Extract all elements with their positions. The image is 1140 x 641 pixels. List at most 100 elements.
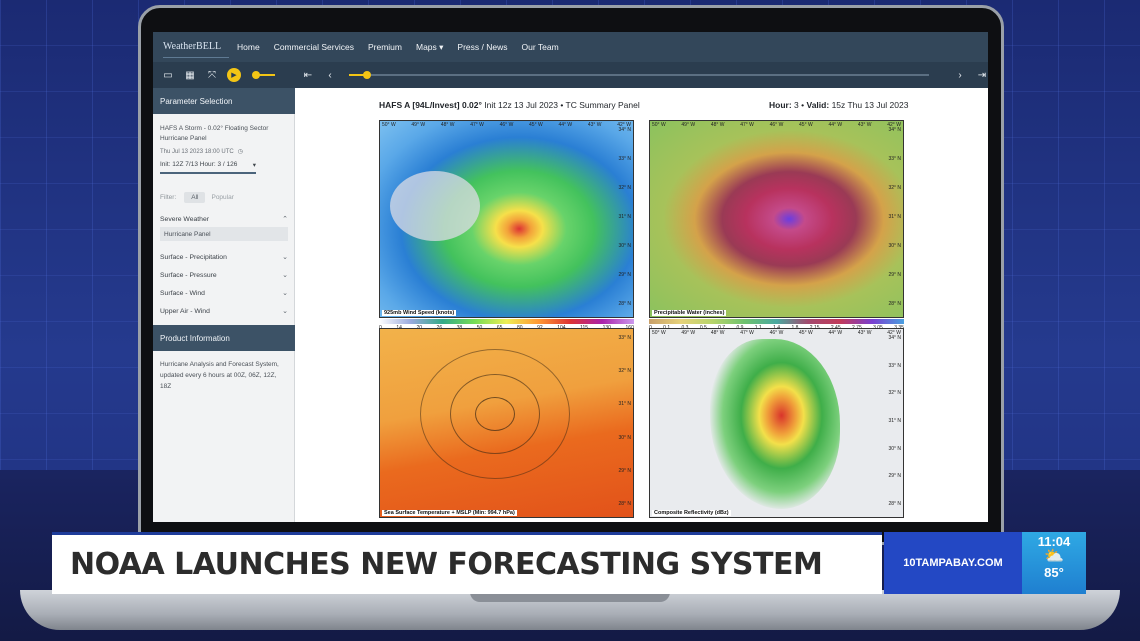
lon-tick: 45° W bbox=[799, 330, 813, 336]
lat-tick: 31° N bbox=[888, 214, 901, 220]
swap-icon[interactable]: ⤧ bbox=[205, 68, 219, 82]
lon-tick: 49° W bbox=[681, 330, 696, 336]
chevron-up-icon: ⌃ bbox=[282, 216, 288, 223]
lon-axis: 50° W 49° W 48° W 47° W 46° W 45° W 44° W 43° W… bbox=[382, 122, 631, 128]
lat-tick: 30° N bbox=[618, 243, 631, 249]
weatherbell-logo[interactable]: WeatherBELL bbox=[163, 36, 229, 58]
category-surface-wind[interactable]: Surface - Wind ⌄ bbox=[160, 287, 288, 299]
play-icon[interactable]: ▶ bbox=[227, 68, 241, 82]
lon-tick: 46° W bbox=[499, 122, 514, 128]
lon-tick: 47° W bbox=[740, 122, 754, 128]
lat-tick: 32° N bbox=[888, 185, 901, 191]
filter-popular-button[interactable]: Popular bbox=[211, 194, 233, 201]
speed-slider[interactable] bbox=[252, 71, 275, 79]
last-frame-icon[interactable]: ⇥ bbox=[975, 68, 988, 82]
lat-tick: 29° N bbox=[618, 467, 631, 474]
lon-tick: 49° W bbox=[411, 122, 426, 128]
lat-tick: 29° N bbox=[888, 272, 901, 278]
valid-value: 15z Thu 13 Jul 2023 bbox=[831, 100, 909, 110]
map-composite-reflectivity[interactable]: 50° W 49° W 48° W 47° W 46° W 45° W 44° W 43° W… bbox=[649, 328, 904, 518]
product-panel: Hurricane Panel bbox=[160, 135, 207, 142]
subcategory-hurricane-panel[interactable]: Hurricane Panel bbox=[160, 227, 288, 241]
lat-axis: 34° N 33° N 32° N 31° N 30° N 29° N 28° N bbox=[888, 335, 901, 507]
time-slider[interactable] bbox=[349, 71, 929, 79]
station-brand: 10TAMPABAY.COM bbox=[884, 532, 1022, 594]
reflectivity-echo bbox=[710, 339, 840, 509]
headline: NOAA LAUNCHES NEW FORECASTING SYSTEM bbox=[70, 547, 823, 582]
category-label: Severe Weather bbox=[160, 215, 209, 223]
map-wind-speed[interactable]: 50° W 49° W 48° W 47° W 46° W 45° W 44° W 43° W… bbox=[379, 120, 634, 318]
pw-colorbar bbox=[649, 319, 904, 324]
lat-tick: 28° N bbox=[618, 500, 631, 507]
lat-tick: 32° N bbox=[618, 368, 631, 375]
parameter-sidebar: Parameter Selection HAFS A Storm - 0.02°… bbox=[153, 88, 295, 522]
laptop-screen: WeatherBELL Home Commercial Services Pre… bbox=[153, 32, 988, 522]
map-precipitable-water[interactable]: 50° W 49° W 48° W 47° W 46° W 45° W 44° W 43° W… bbox=[649, 120, 904, 318]
nav-premium[interactable]: Premium bbox=[368, 42, 402, 52]
lat-tick: 31° N bbox=[618, 401, 631, 408]
lat-axis: 34° N 33° N 32° N 31° N 30° N 29° N 28° N bbox=[888, 127, 901, 307]
map-label: Precipitable Water (inches) bbox=[652, 310, 727, 316]
init-hour-select[interactable]: Init: 12Z 7/13 Hour: 3 / 126 ▾ bbox=[160, 161, 256, 174]
first-frame-icon[interactable]: ⇤ bbox=[301, 68, 315, 82]
lon-tick: 46° W bbox=[769, 330, 784, 336]
panel-title-model: HAFS A [94L/Invest] 0.02° bbox=[379, 100, 482, 110]
lat-tick: 32° N bbox=[888, 390, 901, 397]
lon-tick: 45° W bbox=[799, 122, 813, 128]
map-sst-mslp[interactable]: 33° N 32° N 31° N 30° N 29° N 28° N Sea Surfa… bbox=[379, 328, 634, 518]
lat-tick: 28° N bbox=[618, 301, 631, 307]
caret-down-icon: ▾ bbox=[252, 162, 256, 169]
wind-colorbar bbox=[379, 319, 634, 324]
lat-tick: 34° N bbox=[618, 127, 631, 133]
lon-tick: 48° W bbox=[440, 122, 455, 128]
chevron-down-icon: ⌄ bbox=[282, 254, 288, 261]
category-surface-pressure[interactable]: Surface - Pressure ⌄ bbox=[160, 269, 288, 281]
lon-tick: 45° W bbox=[529, 122, 543, 128]
prev-frame-icon[interactable]: ‹ bbox=[323, 68, 337, 82]
filter-row: Filter: All Popular bbox=[160, 192, 294, 203]
lat-axis: 33° N 32° N 31° N 30° N 29° N 28° N bbox=[618, 335, 631, 507]
category-upper-air-wind[interactable]: Upper Air - Wind ⌄ bbox=[160, 305, 288, 317]
nav-press-news[interactable]: Press / News bbox=[457, 42, 507, 52]
nav-our-team[interactable]: Our Team bbox=[522, 42, 559, 52]
map-label: 925mb Wind Speed (knots) bbox=[382, 310, 457, 316]
map-label: Sea Surface Temperature + MSLP (Min: 994… bbox=[382, 510, 517, 516]
nav-home[interactable]: Home bbox=[237, 42, 260, 52]
lon-tick: 48° W bbox=[710, 330, 725, 336]
panel-title-init: Init 12z 13 Jul 2023 • TC Summary Panel bbox=[481, 100, 640, 110]
product-name: HAFS A Storm - 0.02° Floating Sector bbox=[160, 125, 269, 132]
lon-tick: 47° W bbox=[740, 330, 754, 336]
lat-tick: 33° N bbox=[888, 362, 901, 369]
category-surface-precipitation[interactable]: Surface - Precipitation ⌄ bbox=[160, 251, 288, 263]
init-hour-text: Init: 12Z 7/13 Hour: 3 / 126 bbox=[160, 161, 238, 168]
lat-tick: 29° N bbox=[888, 473, 901, 480]
grid-panel-icon[interactable]: ▦ bbox=[183, 68, 197, 82]
lat-tick: 32° N bbox=[618, 185, 631, 191]
single-panel-icon[interactable]: ▭ bbox=[161, 68, 175, 82]
category-severe-weather[interactable]: Severe Weather ⌃ bbox=[160, 213, 288, 225]
next-frame-icon[interactable]: › bbox=[953, 68, 967, 82]
filter-all-button[interactable]: All bbox=[184, 192, 206, 203]
datetime-text: Thu Jul 13 2023 18:00 UTC bbox=[160, 148, 234, 155]
lat-axis: 34° N 33° N 32° N 31° N 30° N 29° N 28° N bbox=[618, 127, 631, 307]
lon-tick: 43° W bbox=[857, 330, 872, 336]
lon-tick: 50° W bbox=[382, 122, 396, 128]
lat-tick: 28° N bbox=[888, 301, 901, 307]
chevron-down-icon: ⌄ bbox=[282, 308, 288, 315]
time-slider-knob[interactable] bbox=[363, 71, 371, 79]
lat-tick: 28° N bbox=[888, 500, 901, 507]
news-lower-third: NOAA LAUNCHES NEW FORECASTING SYSTEM bbox=[52, 532, 882, 594]
category-label: Upper Air - Wind bbox=[160, 307, 210, 315]
chevron-down-icon: ⌄ bbox=[282, 290, 288, 297]
lon-tick: 47° W bbox=[470, 122, 484, 128]
speed-slider-knob[interactable] bbox=[252, 71, 260, 79]
map-cloud-overlay bbox=[390, 171, 480, 241]
nav-maps[interactable]: Maps ▾ bbox=[416, 42, 443, 53]
nav-commercial-services[interactable]: Commercial Services bbox=[274, 42, 354, 52]
hour-value: 3 bbox=[794, 100, 799, 110]
lat-tick: 30° N bbox=[888, 243, 901, 249]
lon-tick: 44° W bbox=[558, 122, 573, 128]
lon-tick: 50° W bbox=[652, 122, 666, 128]
parameter-selection-header: Parameter Selection bbox=[153, 88, 295, 114]
lat-tick: 30° N bbox=[618, 434, 631, 441]
